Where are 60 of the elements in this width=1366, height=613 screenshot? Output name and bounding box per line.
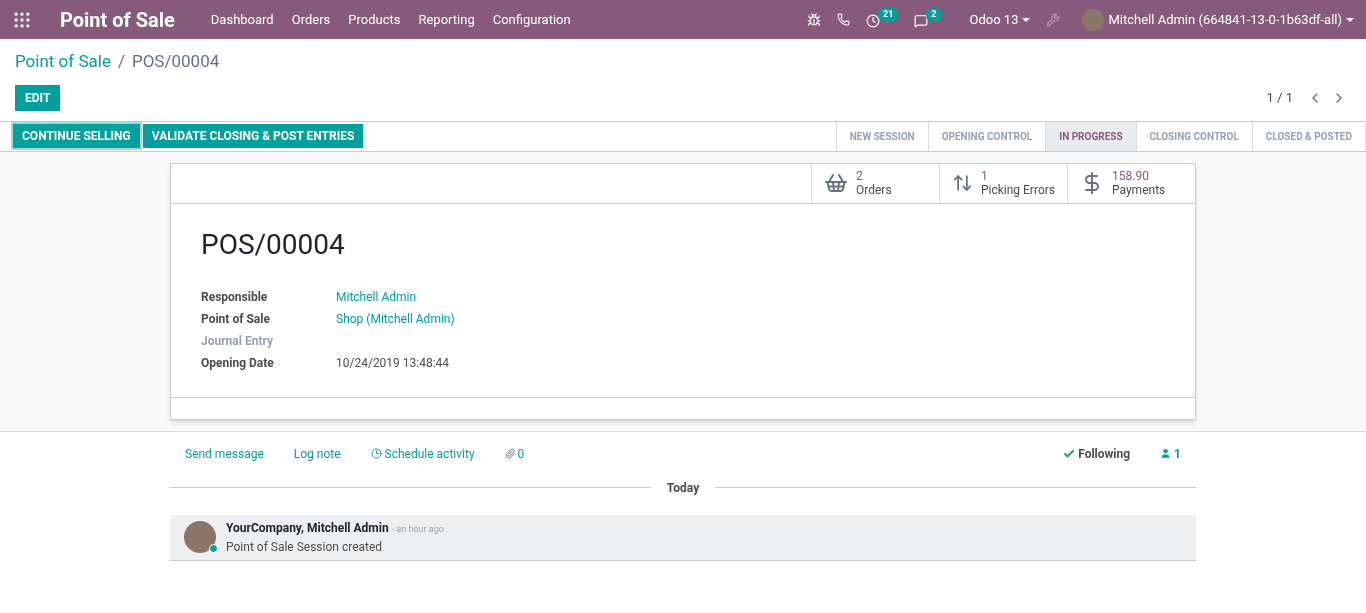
action-button[interactable]: CONTINUE SELLING — [13, 124, 140, 148]
smart-button-value: 1 — [980, 169, 989, 183]
author-avatar — [184, 521, 216, 553]
user-menu[interactable]: Mitchell Admin (664841-13-0-1b63df-all) — [1108, 9, 1354, 30]
menu-item[interactable]: Orders — [291, 9, 331, 30]
action-button[interactable]: VALIDATE CLOSING & POST ENTRIES — [142, 124, 364, 148]
field-label: Journal Entry — [201, 332, 274, 350]
smart-button-label: Picking Errors — [980, 183, 1055, 197]
caret-icon — [1346, 17, 1354, 22]
log-note-link[interactable]: Log note — [293, 444, 341, 463]
message-time: - an hour ago — [391, 522, 444, 536]
smart-button[interactable]: 2 Orders — [811, 163, 939, 203]
check-icon — [1063, 447, 1076, 460]
field-link[interactable]: Mitchell Admin — [336, 287, 417, 306]
field-value: 10/24/2019 13:48:44 — [336, 354, 450, 372]
status-stage[interactable]: CLOSING CONTROL — [1136, 121, 1253, 151]
date-separator: Today — [665, 479, 701, 497]
status-stage[interactable]: NEW SESSION — [836, 121, 929, 151]
breadcrumb-current: POS/00004 — [131, 50, 220, 73]
smart-button-value: 2 — [856, 169, 864, 183]
app-title: Point of Sale — [60, 6, 175, 34]
status-stage[interactable]: CLOSED & POSTED — [1252, 121, 1366, 151]
breadcrumb-separator: / — [117, 50, 125, 73]
message-count-badge: 2 — [926, 8, 942, 22]
record-title: POS/00004 — [201, 226, 346, 263]
field-label: Point of Sale — [201, 310, 271, 328]
field-label: Opening Date — [201, 354, 275, 372]
menu-item[interactable]: Configuration — [492, 9, 571, 30]
database-dropdown[interactable]: Odoo 13 — [969, 9, 1031, 30]
smart-button-label: Orders — [856, 183, 892, 197]
message-body: Point of Sale Session created — [226, 538, 384, 556]
clock-icon — [370, 448, 382, 459]
send-message-link[interactable]: Send message — [185, 444, 264, 463]
paperclip-icon — [504, 448, 516, 459]
field-link[interactable]: Shop (Mitchell Admin) — [336, 309, 455, 328]
following-button[interactable]: Following — [1063, 444, 1131, 463]
schedule-activity-link[interactable]: Schedule activity — [370, 444, 475, 463]
messages-icon[interactable] — [914, 14, 929, 28]
breadcrumb-link[interactable]: Point of Sale — [15, 49, 111, 75]
smart-button-value: 158.90 — [1112, 169, 1150, 183]
message-author: YourCompany, Mitchell Admin — [226, 519, 389, 537]
status-stage[interactable]: IN PROGRESS — [1046, 121, 1137, 151]
smart-button[interactable]: 158.90 Payments — [1067, 163, 1195, 203]
bug-icon[interactable] — [807, 12, 822, 27]
menu-item[interactable]: Products — [348, 9, 401, 30]
field-label: Responsible — [201, 288, 269, 306]
menu-item[interactable]: Reporting — [418, 9, 475, 30]
edit-button[interactable]: EDIT — [15, 84, 61, 111]
caret-icon — [1022, 17, 1031, 22]
smart-button-label: Payments — [1112, 183, 1166, 197]
activity-clock-icon[interactable] — [866, 14, 881, 28]
attachments-link[interactable]: 0 — [504, 444, 525, 463]
basket-icon — [824, 171, 848, 195]
followers-button[interactable]: 1 — [1160, 444, 1181, 463]
menu-item[interactable]: Dashboard — [210, 9, 274, 30]
pager-counter: 1 / 1 — [1266, 88, 1293, 107]
phone-icon[interactable] — [837, 13, 851, 26]
person-icon — [1160, 448, 1172, 459]
activity-count-badge: 21 — [878, 8, 899, 22]
smart-button[interactable]: 1 Picking Errors — [939, 163, 1067, 203]
